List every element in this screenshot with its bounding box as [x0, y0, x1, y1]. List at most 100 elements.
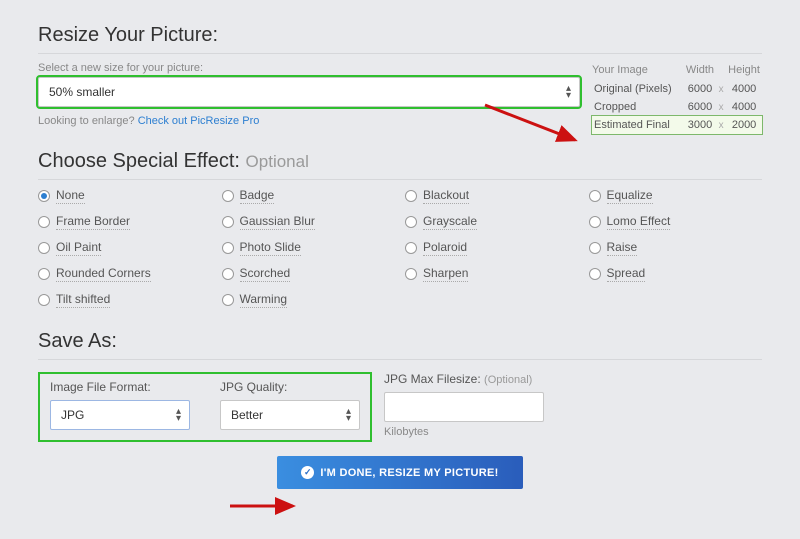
radio-icon	[38, 268, 50, 280]
done-button[interactable]: ✓ I'M DONE, RESIZE MY PICTURE!	[277, 456, 522, 489]
effects-optional: Optional	[246, 152, 309, 171]
effect-label: Badge	[240, 188, 275, 204]
effect-label: Polaroid	[423, 240, 467, 256]
radio-icon	[405, 190, 417, 202]
radio-icon	[38, 216, 50, 228]
dim-head-width: Width	[684, 62, 716, 80]
divider	[38, 53, 762, 54]
effect-label: Blackout	[423, 188, 469, 204]
effect-label: Equalize	[607, 188, 653, 204]
annotation-arrow-icon	[225, 494, 305, 518]
effect-option[interactable]: Gaussian Blur	[222, 214, 396, 230]
enlarge-link[interactable]: Check out PicResize Pro	[138, 115, 260, 127]
radio-icon	[222, 190, 234, 202]
effect-option[interactable]: Lomo Effect	[589, 214, 763, 230]
effect-option[interactable]: Polaroid	[405, 240, 579, 256]
dim-x: x	[716, 98, 726, 116]
radio-icon	[589, 268, 601, 280]
dim-w: 6000	[684, 98, 716, 116]
effect-label: Lomo Effect	[607, 214, 671, 230]
format-label: Image File Format:	[50, 380, 190, 394]
radio-icon	[222, 268, 234, 280]
done-label: I'M DONE, RESIZE MY PICTURE!	[320, 467, 498, 479]
effect-option[interactable]: Blackout	[405, 188, 579, 204]
quality-select[interactable]: Better ▴▾	[220, 400, 360, 430]
divider	[38, 359, 762, 360]
effect-label: Sharpen	[423, 266, 468, 282]
dim-head-height: Height	[726, 62, 762, 80]
quality-value: Better	[231, 408, 263, 422]
radio-icon	[589, 216, 601, 228]
dim-x: x	[716, 116, 726, 134]
effect-label: Grayscale	[423, 214, 477, 230]
dim-w: 3000	[684, 116, 716, 134]
radio-icon	[222, 242, 234, 254]
effect-option[interactable]: Raise	[589, 240, 763, 256]
effects-title: Choose Special Effect: Optional	[38, 150, 762, 173]
table-row-final: Estimated Final 3000 x 2000	[592, 116, 762, 134]
radio-icon	[38, 190, 50, 202]
effect-option[interactable]: None	[38, 188, 212, 204]
effect-option[interactable]: Spread	[589, 266, 763, 282]
resize-select-label: Select a new size for your picture:	[38, 62, 580, 74]
enlarge-note: Looking to enlarge? Check out PicResize …	[38, 115, 580, 127]
maxsize-label-text: JPG Max Filesize:	[384, 372, 481, 386]
effect-option[interactable]: Scorched	[222, 266, 396, 282]
effect-option[interactable]: Sharpen	[405, 266, 579, 282]
resize-size-select[interactable]: 50% smaller ▴▾	[38, 77, 580, 107]
effects-title-text: Choose Special Effect:	[38, 150, 240, 172]
effect-option[interactable]: Warming	[222, 292, 396, 308]
radio-icon	[38, 294, 50, 306]
resize-size-value: 50% smaller	[49, 85, 115, 99]
radio-icon	[222, 216, 234, 228]
effect-label: Frame Border	[56, 214, 130, 230]
effect-label: Raise	[607, 240, 638, 256]
save-highlight-box: Image File Format: JPG ▴▾ JPG Quality: B…	[38, 372, 372, 442]
effect-label: Warming	[240, 292, 288, 308]
format-select[interactable]: JPG ▴▾	[50, 400, 190, 430]
format-value: JPG	[61, 408, 84, 422]
dim-head-image: Your Image	[592, 62, 684, 80]
select-caret-icon: ▴▾	[566, 85, 571, 99]
dim-w: 6000	[684, 80, 716, 98]
effect-option[interactable]: Rounded Corners	[38, 266, 212, 282]
dim-label: Cropped	[592, 98, 684, 116]
effect-label: Gaussian Blur	[240, 214, 315, 230]
dim-h: 4000	[726, 98, 762, 116]
effect-label: Oil Paint	[56, 240, 101, 256]
dimensions-table: Your Image Width Height Original (Pixels…	[592, 62, 762, 134]
table-row: Cropped 6000 x 4000	[592, 98, 762, 116]
radio-icon	[405, 216, 417, 228]
effect-option[interactable]: Photo Slide	[222, 240, 396, 256]
select-caret-icon: ▴▾	[176, 408, 181, 422]
dim-h: 4000	[726, 80, 762, 98]
effect-label: Photo Slide	[240, 240, 301, 256]
effect-label: Scorched	[240, 266, 291, 282]
radio-icon	[405, 242, 417, 254]
effect-option[interactable]: Grayscale	[405, 214, 579, 230]
save-title: Save As:	[38, 330, 762, 353]
table-row: Original (Pixels) 6000 x 4000	[592, 80, 762, 98]
effect-label: Tilt shifted	[56, 292, 110, 308]
maxsize-label: JPG Max Filesize: (Optional)	[384, 372, 544, 386]
dim-x: x	[716, 80, 726, 98]
enlarge-prefix: Looking to enlarge?	[38, 115, 138, 127]
radio-icon	[405, 268, 417, 280]
radio-icon	[589, 190, 601, 202]
maxsize-input[interactable]	[384, 392, 544, 422]
effects-grid: None Badge Blackout Equalize Frame Border Gau…	[38, 188, 762, 308]
quality-label: JPG Quality:	[220, 380, 360, 394]
radio-icon	[222, 294, 234, 306]
effect-label: Rounded Corners	[56, 266, 151, 282]
dim-h: 2000	[726, 116, 762, 134]
effect-option[interactable]: Tilt shifted	[38, 292, 212, 308]
effect-option[interactable]: Oil Paint	[38, 240, 212, 256]
select-caret-icon: ▴▾	[346, 408, 351, 422]
effect-option[interactable]: Equalize	[589, 188, 763, 204]
radio-icon	[589, 242, 601, 254]
effect-option[interactable]: Badge	[222, 188, 396, 204]
dim-label: Original (Pixels)	[592, 80, 684, 98]
effect-label: None	[56, 188, 85, 204]
divider	[38, 179, 762, 180]
effect-option[interactable]: Frame Border	[38, 214, 212, 230]
